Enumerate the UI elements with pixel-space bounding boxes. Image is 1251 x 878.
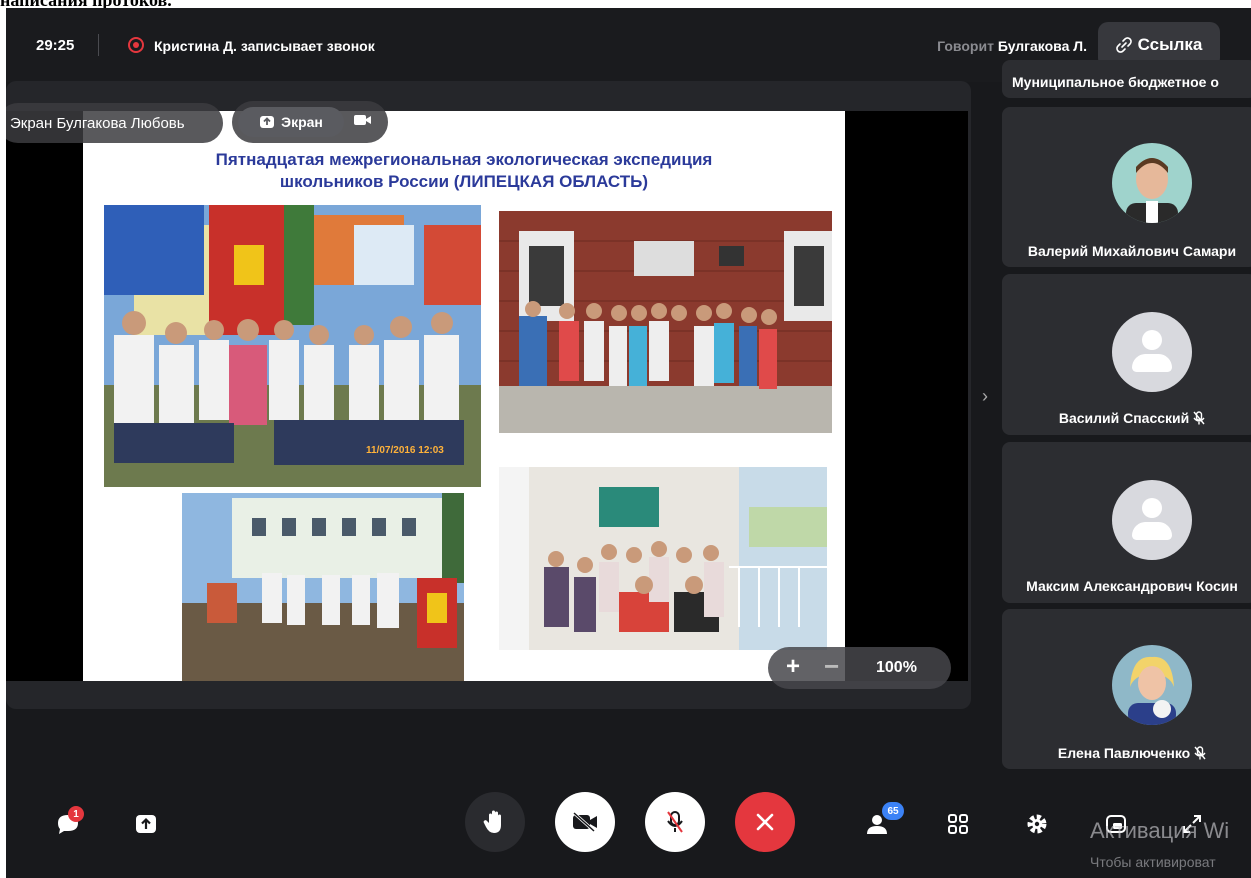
participant-name-row: Василий Спасский — [1002, 410, 1251, 426]
participant-name: Василий Спасский — [1058, 410, 1190, 426]
screen-owner-label: Экран Булгакова Любовь — [6, 103, 223, 143]
collapse-sidebar-icon[interactable]: › — [982, 386, 988, 407]
participant-tile[interactable]: Муниципальное бюджетное о — [1002, 60, 1251, 98]
header-divider — [98, 34, 99, 56]
participant-avatar — [1112, 312, 1192, 392]
photo-date-stamp: 11/07/2016 12:03 — [366, 445, 444, 456]
slide-photo-building-group — [499, 211, 832, 433]
participants-button[interactable]: 65 — [860, 802, 904, 842]
participant-tile[interactable]: Василий Спасский — [1002, 274, 1251, 435]
presentation-slide: Пятнадцатая межрегиональная экологическа… — [83, 111, 845, 681]
participant-name: Валерий Михайлович Самари — [1027, 243, 1237, 259]
document-text-strip: написания протоков. — [0, 0, 1251, 8]
raise-hand-icon — [483, 810, 501, 833]
gear-icon — [1027, 814, 1047, 834]
microphone-toggle-button[interactable] — [645, 792, 705, 852]
participant-name-row: Елена Павлюченко — [1002, 745, 1251, 761]
participant-avatar — [1112, 645, 1192, 725]
chat-unread-badge: 1 — [68, 806, 84, 822]
recording-icon — [128, 37, 144, 53]
screen-tab-label: Экран — [281, 114, 323, 130]
zoom-control: + − 100% — [768, 647, 951, 689]
camera-tab-icon[interactable] — [354, 113, 372, 127]
participant-name: Максим Александрович Косин — [1026, 578, 1238, 594]
grid-icon — [948, 814, 968, 834]
mic-muted-icon — [1194, 746, 1206, 760]
participant-name: Елена Павлюченко — [1057, 745, 1191, 761]
participant-avatar — [1112, 480, 1192, 560]
mic-off-icon — [667, 811, 683, 833]
zoom-out-button[interactable]: − — [824, 651, 839, 682]
layout-grid-button[interactable] — [942, 808, 974, 840]
windows-activation-title: Активация Wi — [1090, 818, 1230, 843]
participant-avatar — [1112, 143, 1192, 223]
active-speaker: Говорит Булгакова Л. — [937, 38, 1087, 54]
screen-view-toggle: Экран — [232, 101, 388, 143]
windows-activation-subtitle: Чтобы активироват — [1090, 854, 1216, 870]
zoom-level: 100% — [876, 659, 917, 676]
slide-title-line2: школьников России (ЛИПЕЦКАЯ ОБЛАСТЬ) — [279, 172, 649, 191]
copy-link-label: Ссылка — [1137, 35, 1203, 54]
close-icon — [756, 813, 774, 831]
slide-title-line1: Пятнадцатая межрегиональная экологическа… — [215, 150, 713, 169]
participant-name: Муниципальное бюджетное о — [1012, 74, 1219, 90]
screen-tab-button[interactable]: Экран — [238, 107, 344, 137]
slide-title: Пятнадцатая межрегиональная экологическа… — [83, 149, 845, 193]
video-call-app: 29:25 Кристина Д. записывает звонок Гово… — [6, 8, 1251, 878]
slide-photo-porch-group — [499, 467, 827, 650]
speaking-prefix: Говорит — [937, 38, 994, 54]
share-screen-button[interactable] — [130, 808, 162, 840]
camera-off-icon — [572, 812, 597, 832]
participants-count-badge: 65 — [882, 802, 904, 820]
zoom-in-button[interactable]: + — [786, 653, 800, 681]
participant-tile[interactable]: Максим Александрович Косин — [1002, 442, 1251, 603]
speaking-name: Булгакова Л. — [997, 38, 1087, 54]
camera-toggle-button[interactable] — [555, 792, 615, 852]
chat-button[interactable]: 1 — [50, 806, 86, 842]
settings-button[interactable] — [1021, 808, 1053, 840]
screen-upload-icon — [260, 116, 275, 128]
end-call-button[interactable] — [735, 792, 795, 852]
participant-tile[interactable]: Валерий Михайлович Самари — [1002, 107, 1251, 267]
mic-muted-icon — [1193, 411, 1205, 425]
call-timer: 29:25 — [36, 37, 75, 54]
link-icon — [1115, 37, 1132, 53]
participant-tile[interactable]: Елена Павлюченко — [1002, 609, 1251, 769]
recording-status: Кристина Д. записывает звонок — [154, 38, 375, 54]
share-screen-icon — [136, 815, 156, 833]
slide-photo-flags-group: 11/07/2016 12:03 — [104, 205, 481, 487]
raise-hand-button[interactable] — [465, 792, 525, 852]
screen-owner-text: Экран Булгакова Любовь — [10, 114, 185, 132]
slide-photo-school-group — [182, 493, 464, 681]
screen-share-stage: Пятнадцатая межрегиональная экологическа… — [6, 81, 971, 709]
